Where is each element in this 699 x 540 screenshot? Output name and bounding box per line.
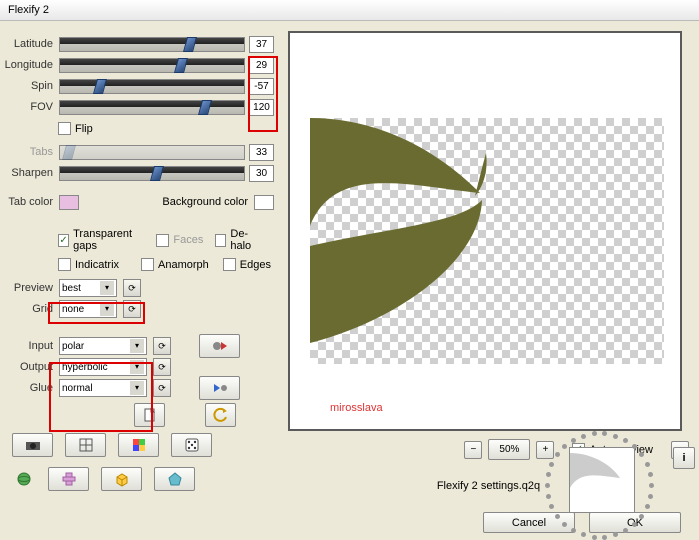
zoom-out-button[interactable]: −	[464, 441, 482, 459]
ok-button[interactable]: OK	[589, 512, 681, 533]
output-reset-button[interactable]: ⟳	[153, 358, 171, 376]
edges-checkbox[interactable]: Edges	[223, 258, 271, 271]
bg-color-swatch[interactable]	[254, 195, 274, 210]
preview-value: best	[62, 283, 81, 294]
preview-label: Preview	[4, 282, 59, 294]
spin-label: Spin	[4, 80, 59, 92]
anamorph-label: Anamorph	[158, 259, 209, 271]
glue-reset-button[interactable]: ⟳	[153, 379, 171, 397]
indicatrix-label: Indicatrix	[75, 259, 119, 271]
preview-panel: mirosslava	[288, 31, 682, 431]
highlight-preview-group	[48, 302, 145, 324]
longitude-label: Longitude	[4, 59, 59, 71]
longitude-slider[interactable]	[59, 58, 245, 73]
zoom-in-button[interactable]: +	[536, 441, 554, 459]
sharpen-label: Sharpen	[4, 167, 59, 179]
spin-slider[interactable]	[59, 79, 245, 94]
edges-label: Edges	[240, 259, 271, 271]
grid-button[interactable]	[65, 433, 106, 457]
zoom-value: 50%	[499, 444, 519, 455]
zoom-value-button[interactable]: 50%	[488, 439, 530, 460]
transparent-gaps-checkbox[interactable]: Transparent gaps	[58, 228, 144, 252]
preview-watermark: mirosslava	[330, 402, 383, 414]
tabs-slider[interactable]	[59, 145, 245, 160]
highlight-io-group	[49, 362, 153, 432]
sharpen-value[interactable]: 30	[249, 165, 274, 182]
thumbnail-preview[interactable]	[569, 447, 635, 513]
flip-label: Flip	[75, 123, 93, 135]
indicatrix-checkbox[interactable]: Indicatrix	[58, 258, 119, 271]
dehalo-label: De-halo	[230, 228, 262, 252]
input-select[interactable]: polar ▾	[59, 337, 147, 355]
camera-button[interactable]	[12, 433, 53, 457]
cube-button[interactable]	[101, 467, 142, 491]
dice-button[interactable]	[171, 433, 212, 457]
flip-checkbox[interactable]: Flip	[58, 122, 93, 135]
latitude-label: Latitude	[4, 38, 59, 50]
chevron-down-icon: ▾	[130, 339, 144, 353]
unfold-button[interactable]	[48, 467, 89, 491]
preview-canvas[interactable]	[310, 118, 664, 364]
faces-checkbox: Faces	[156, 234, 203, 247]
color-button[interactable]	[118, 433, 159, 457]
chevron-down-icon: ▾	[100, 281, 114, 295]
tab-color-swatch[interactable]	[59, 195, 79, 210]
faces-label: Faces	[173, 234, 203, 246]
input-label: Input	[4, 340, 59, 352]
polyhedron-button[interactable]	[154, 467, 195, 491]
fov-slider[interactable]	[59, 100, 245, 115]
play-navigate-button[interactable]	[199, 376, 240, 400]
latitude-slider[interactable]	[59, 37, 245, 52]
preview-shape	[310, 108, 664, 368]
preview-reset-button[interactable]: ⟳	[123, 279, 141, 297]
latitude-value[interactable]: 37	[249, 36, 274, 53]
globe-icon[interactable]	[12, 467, 36, 491]
input-reset-button[interactable]: ⟳	[153, 337, 171, 355]
transparent-gaps-label: Transparent gaps	[73, 228, 144, 252]
play-button[interactable]	[199, 334, 240, 358]
fov-label: FOV	[4, 101, 59, 113]
highlight-values-group	[248, 56, 278, 132]
bg-color-label: Background color	[79, 196, 254, 208]
preview-select[interactable]: best ▾	[59, 279, 117, 297]
tab-color-label: Tab color	[4, 196, 59, 208]
tabs-label: Tabs	[4, 146, 59, 158]
input-value: polar	[62, 341, 84, 352]
window-titlebar: Flexify 2	[0, 0, 699, 21]
undo-button[interactable]	[205, 403, 236, 427]
tabs-value[interactable]: 33	[249, 144, 274, 161]
anamorph-checkbox[interactable]: Anamorph	[141, 258, 209, 271]
info-button[interactable]: i	[673, 447, 695, 469]
sharpen-slider[interactable]	[59, 166, 245, 181]
cancel-button[interactable]: Cancel	[483, 512, 575, 533]
dehalo-checkbox[interactable]: De-halo	[215, 228, 262, 252]
window-title: Flexify 2	[8, 4, 49, 16]
